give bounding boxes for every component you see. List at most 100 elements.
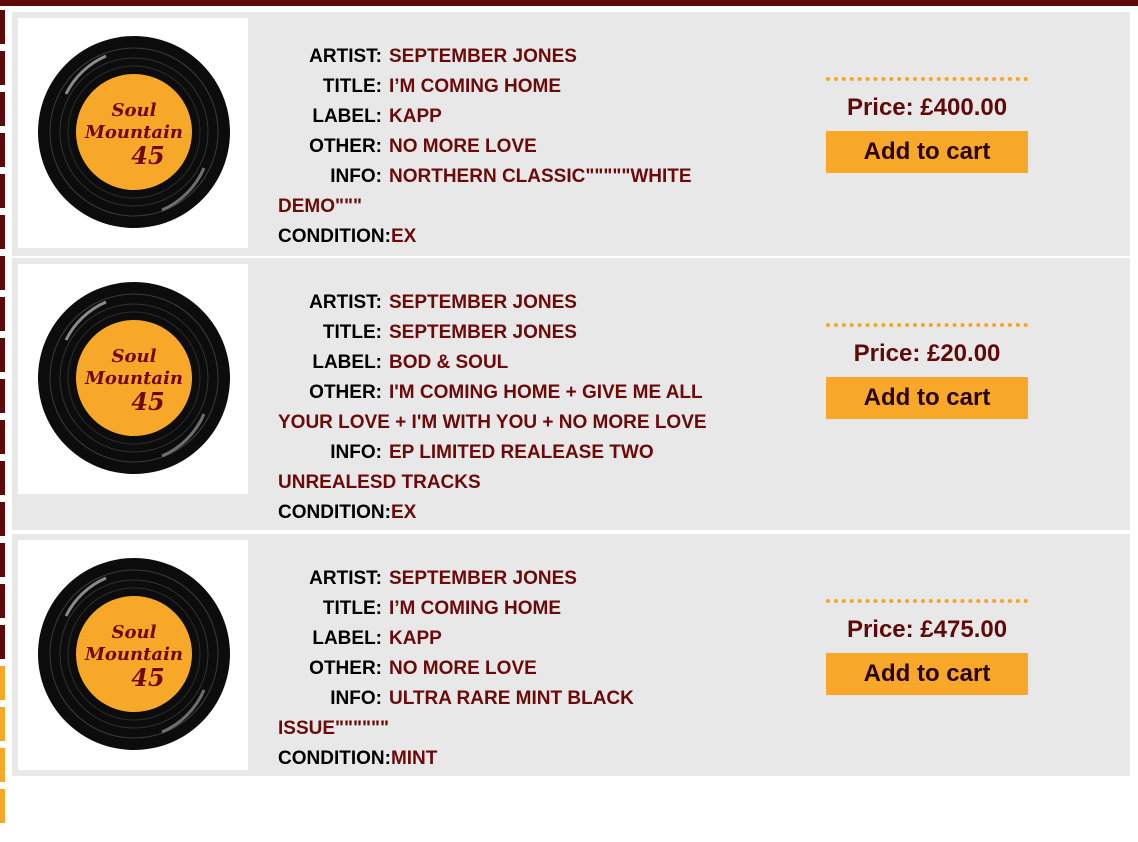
condition-label: CONDITION: — [278, 502, 391, 523]
top-bar — [0, 0, 1138, 6]
label-label: LABEL: — [312, 106, 382, 127]
info-line: INFO: EP LIMITED REALEASE TWO UNREALESD T… — [278, 438, 748, 498]
artist-label: ARTIST: — [309, 46, 382, 67]
sidebar-segment — [0, 51, 5, 85]
info-label: INFO: — [330, 166, 382, 187]
condition-value: EX — [390, 502, 417, 523]
sidebar-segment — [0, 584, 5, 618]
sidebar-segment — [0, 666, 5, 700]
other-value: NO MORE LOVE — [389, 136, 537, 157]
condition-label: CONDITION: — [278, 226, 391, 247]
listing-row: Soul Mountain 45 ARTIST: SEPTEMBER JONES … — [12, 534, 1130, 776]
info-line: INFO: NORTHERN CLASSIC"""""WHITE DEMO""" — [278, 162, 748, 222]
price-divider — [826, 599, 1028, 603]
title-line: TITLE: SEPTEMBER JONES — [278, 318, 748, 348]
record-thumbnail[interactable]: Soul Mountain 45 — [18, 264, 248, 494]
sidebar-segment — [0, 256, 5, 290]
svg-text:45: 45 — [131, 387, 164, 416]
svg-text:Mountain: Mountain — [84, 644, 183, 665]
sidebar-segment — [0, 707, 5, 741]
condition-value: MINT — [390, 748, 438, 769]
price-text: Price: £20.00 — [853, 340, 1001, 367]
svg-text:Soul: Soul — [112, 346, 157, 367]
title-value: I’M COMING HOME — [389, 76, 562, 97]
sidebar-strip — [0, 10, 5, 823]
svg-text:45: 45 — [131, 663, 164, 692]
record-thumbnail[interactable]: Soul Mountain 45 — [18, 18, 248, 248]
sidebar-segment — [0, 379, 5, 413]
record-thumbnail[interactable]: Soul Mountain 45 — [18, 540, 248, 770]
record-details: ARTIST: SEPTEMBER JONES TITLE: SEPTEMBER J… — [278, 288, 748, 528]
title-label: TITLE: — [322, 76, 382, 97]
label-line: LABEL: KAPP — [278, 624, 748, 654]
price-text: Price: £475.00 — [846, 616, 1008, 643]
artist-value: SEPTEMBER JONES — [389, 292, 577, 313]
label-value: BOD & SOUL — [389, 352, 509, 373]
sidebar-segment — [0, 338, 5, 372]
label-label: LABEL: — [312, 628, 382, 649]
other-value: NO MORE LOVE — [389, 658, 537, 679]
sidebar-segment — [0, 133, 5, 167]
title-value: I’M COMING HOME — [389, 598, 562, 619]
other-line: OTHER: I'M COMING HOME + GIVE ME ALL YOUR… — [278, 378, 748, 438]
listing-row: Soul Mountain 45 ARTIST: SEPTEMBER JONES … — [12, 12, 1130, 256]
other-line: OTHER: NO MORE LOVE — [278, 654, 748, 684]
price-divider — [826, 323, 1028, 327]
sidebar-segment — [0, 420, 5, 454]
add-to-cart-button[interactable]: Add to cart — [826, 377, 1028, 419]
price-box: Price: £475.00 Add to cart — [826, 599, 1028, 695]
condition-value: EX — [390, 226, 417, 247]
title-line: TITLE: I’M COMING HOME — [278, 594, 748, 624]
info-label: INFO: — [330, 688, 382, 709]
other-label: OTHER: — [309, 658, 382, 679]
label-line: LABEL: BOD & SOUL — [278, 348, 748, 378]
svg-text:Mountain: Mountain — [84, 368, 183, 389]
condition-line: CONDITION:MINT — [278, 744, 748, 774]
artist-label: ARTIST: — [309, 292, 382, 313]
title-label: TITLE: — [322, 322, 382, 343]
title-label: TITLE: — [322, 598, 382, 619]
vinyl-record-icon: Soul Mountain 45 — [38, 36, 230, 228]
price-text: Price: £400.00 — [846, 94, 1008, 121]
vinyl-record-icon: Soul Mountain 45 — [38, 282, 230, 474]
condition-line: CONDITION:EX — [278, 222, 748, 252]
price-box: Price: £400.00 Add to cart — [826, 77, 1028, 173]
other-label: OTHER: — [309, 382, 382, 403]
record-details: ARTIST: SEPTEMBER JONES TITLE: I’M COMING … — [278, 42, 748, 252]
artist-value: SEPTEMBER JONES — [389, 46, 577, 67]
artist-line: ARTIST: SEPTEMBER JONES — [278, 288, 748, 318]
svg-text:Soul: Soul — [112, 100, 157, 121]
vinyl-record-icon: Soul Mountain 45 — [38, 558, 230, 750]
title-value: SEPTEMBER JONES — [389, 322, 577, 343]
label-line: LABEL: KAPP — [278, 102, 748, 132]
add-to-cart-button[interactable]: Add to cart — [826, 653, 1028, 695]
sidebar-segment — [0, 543, 5, 577]
svg-text:Mountain: Mountain — [84, 122, 183, 143]
label-label: LABEL: — [312, 352, 382, 373]
title-line: TITLE: I’M COMING HOME — [278, 72, 748, 102]
label-value: KAPP — [389, 106, 442, 127]
artist-line: ARTIST: SEPTEMBER JONES — [278, 564, 748, 594]
sidebar-segment — [0, 215, 5, 249]
sidebar-segment — [0, 10, 5, 44]
svg-text:45: 45 — [131, 141, 164, 170]
artist-line: ARTIST: SEPTEMBER JONES — [278, 42, 748, 72]
artist-label: ARTIST: — [309, 568, 382, 589]
sidebar-segment — [0, 502, 5, 536]
sidebar-segment — [0, 789, 5, 823]
sidebar-segment — [0, 92, 5, 126]
other-line: OTHER: NO MORE LOVE — [278, 132, 748, 162]
add-to-cart-button[interactable]: Add to cart — [826, 131, 1028, 173]
label-value: KAPP — [389, 628, 442, 649]
sidebar-segment — [0, 748, 5, 782]
sidebar-segment — [0, 174, 5, 208]
sidebar-segment — [0, 625, 5, 659]
svg-text:Soul: Soul — [112, 622, 157, 643]
sidebar-segment — [0, 297, 5, 331]
listing-row: Soul Mountain 45 ARTIST: SEPTEMBER JONES … — [12, 258, 1130, 530]
record-details: ARTIST: SEPTEMBER JONES TITLE: I’M COMING … — [278, 564, 748, 774]
condition-line: CONDITION:EX — [278, 498, 748, 528]
sidebar-segment — [0, 461, 5, 495]
artist-value: SEPTEMBER JONES — [389, 568, 577, 589]
price-divider — [826, 77, 1028, 81]
